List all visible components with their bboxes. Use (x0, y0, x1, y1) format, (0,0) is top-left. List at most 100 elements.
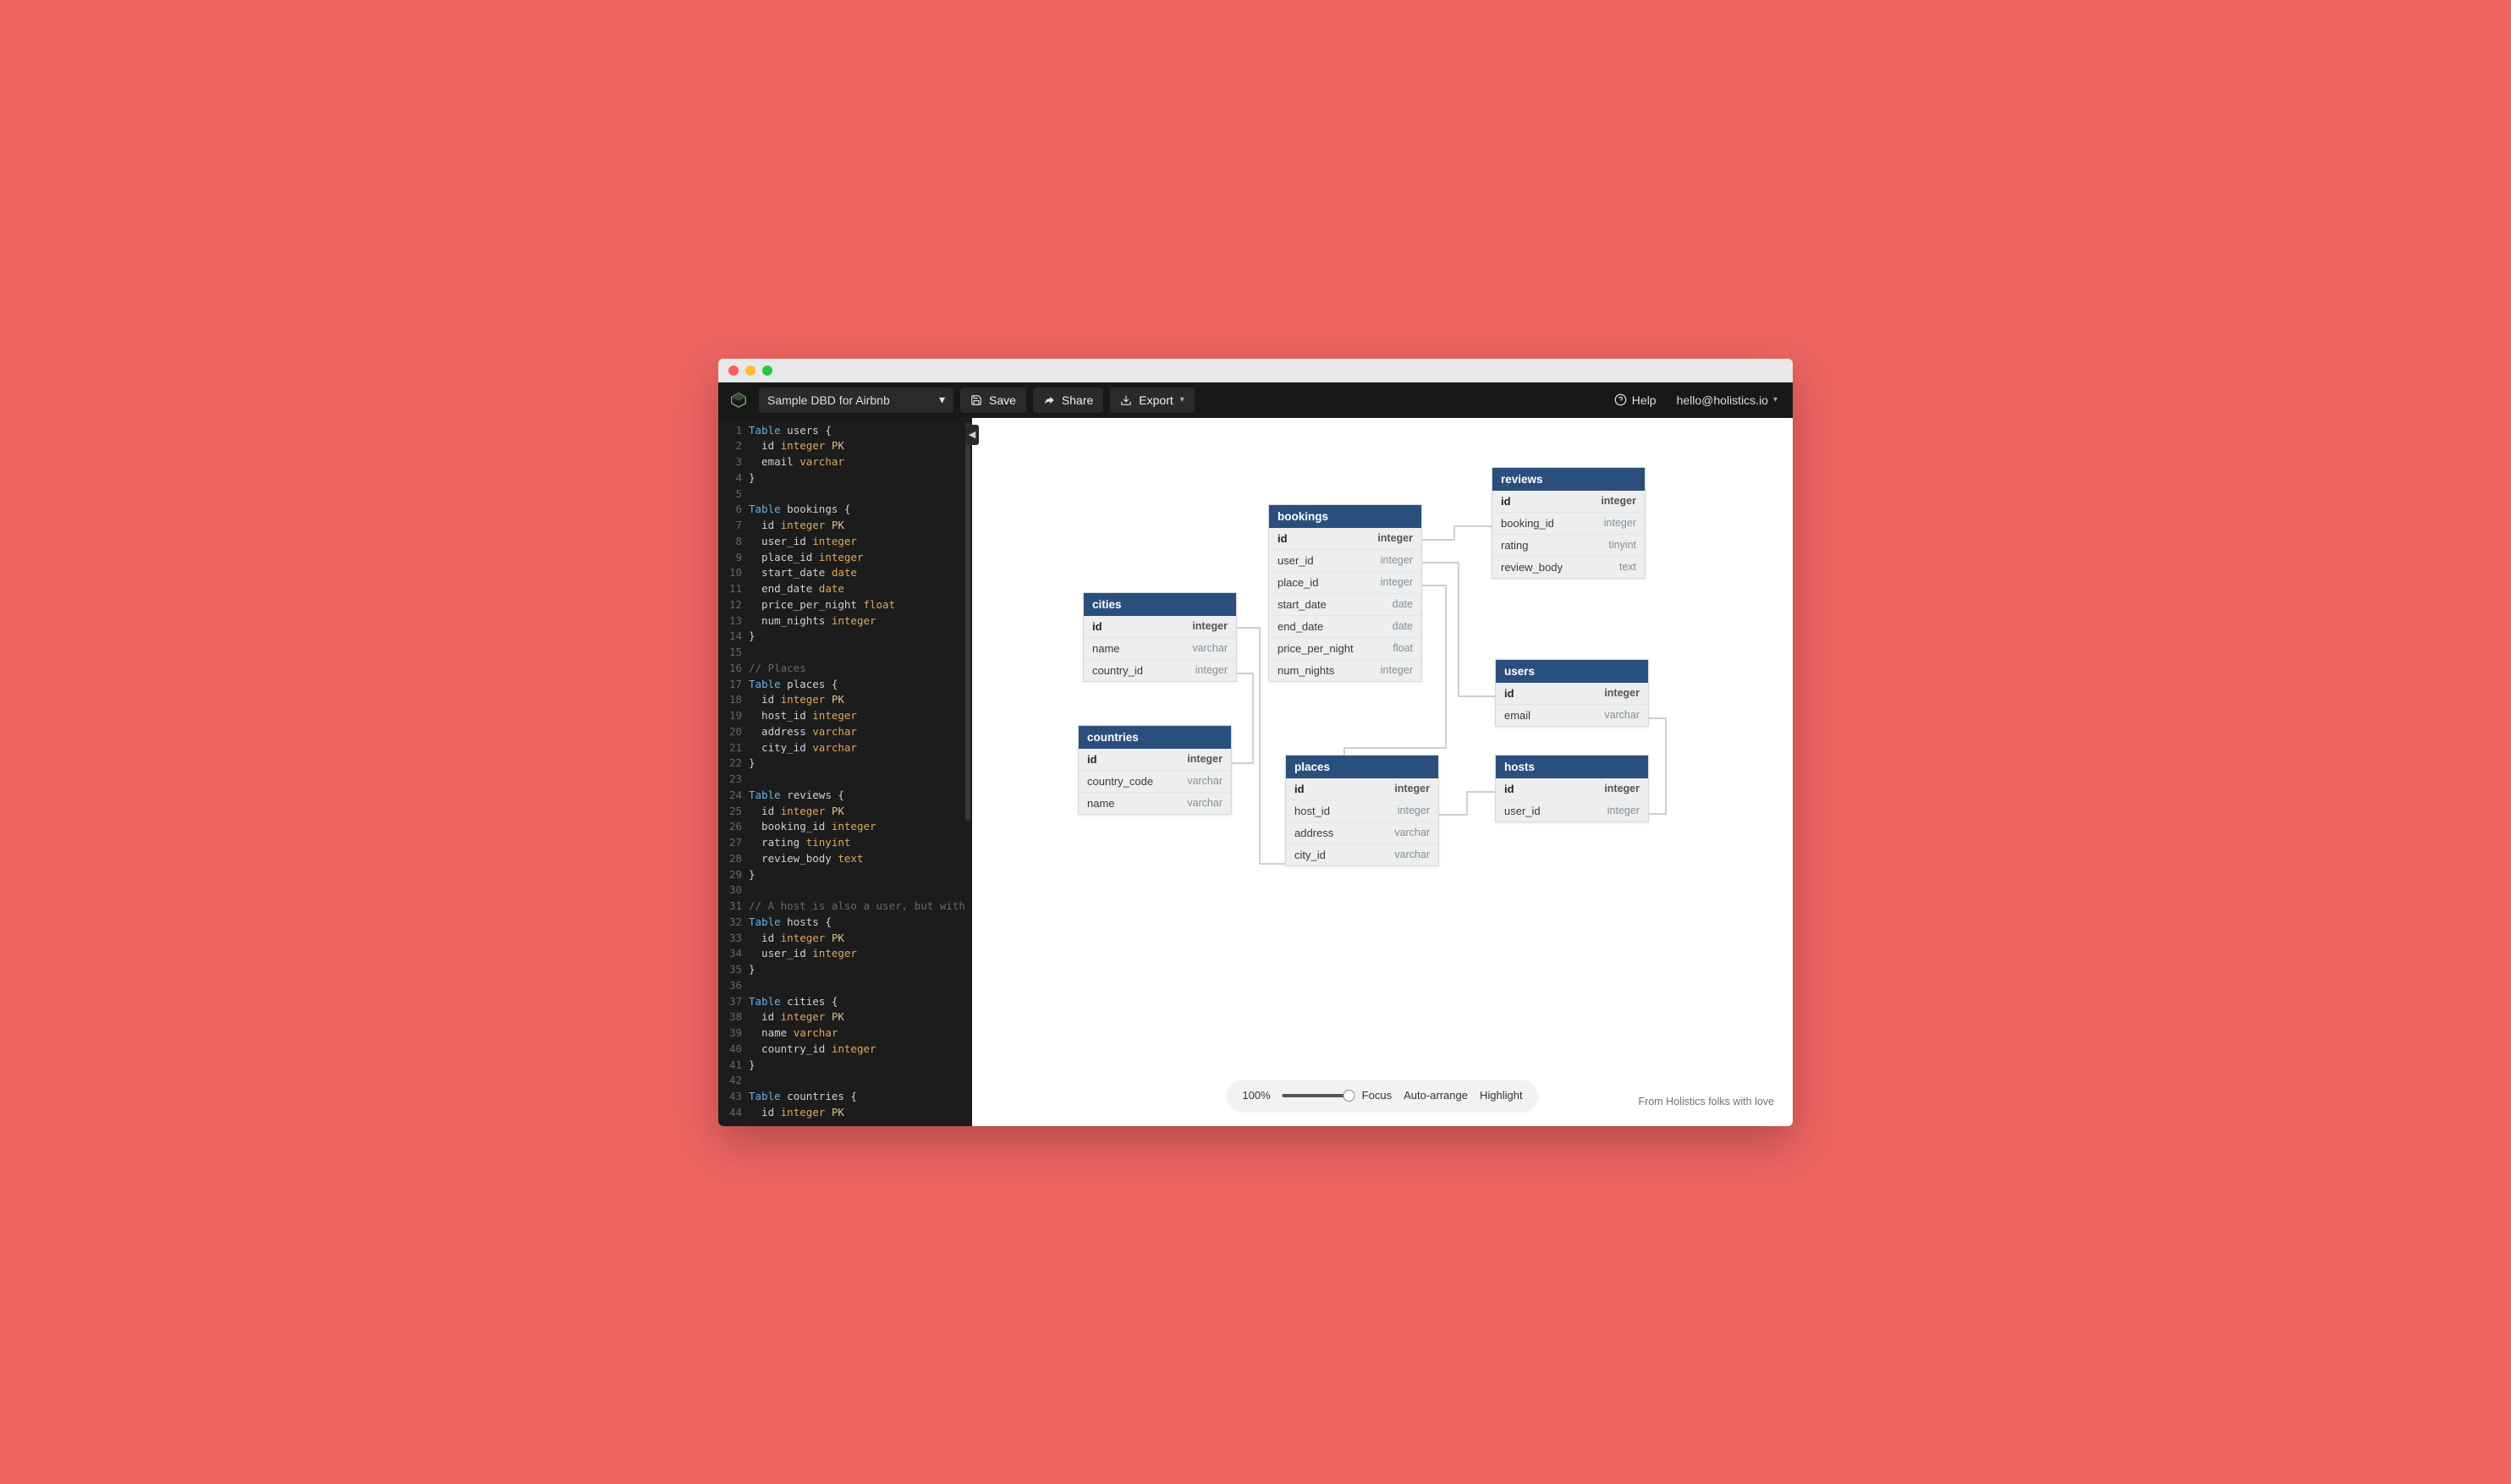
table-countries[interactable]: countries idintegercountry_codevarcharna… (1078, 725, 1232, 815)
table-column[interactable]: idinteger (1269, 528, 1421, 549)
table-header: hosts (1496, 756, 1648, 778)
table-column[interactable]: country_idinteger (1084, 659, 1236, 681)
table-places[interactable]: places idintegerhost_idintegeraddressvar… (1285, 755, 1439, 866)
table-hosts[interactable]: hosts idinteger user_id integer (1495, 755, 1649, 822)
table-column[interactable]: place_idinteger (1269, 571, 1421, 593)
highlight-button[interactable]: Highlight (1480, 1089, 1523, 1102)
table-column[interactable]: idinteger (1496, 683, 1648, 704)
table-users[interactable]: users idintegeremailvarchar (1495, 659, 1649, 727)
app-logo-icon (728, 390, 749, 410)
table-column[interactable]: emailvarchar (1496, 704, 1648, 726)
table-column[interactable]: name varchar (1079, 792, 1231, 814)
table-header: reviews (1492, 468, 1645, 491)
save-button[interactable]: Save (960, 387, 1026, 413)
column-name: end_date (1277, 620, 1323, 633)
document-title: Sample DBD for Airbnb (767, 393, 890, 407)
table-bookings[interactable]: bookings idintegeruser_idintegerplace_id… (1268, 504, 1422, 682)
user-menu[interactable]: hello@holistics.io ▾ (1670, 393, 1784, 407)
share-label: Share (1062, 393, 1093, 407)
column-type: integer (1604, 783, 1640, 795)
window-minimize-button[interactable] (745, 366, 755, 376)
table-column[interactable]: booking_idinteger (1492, 512, 1645, 534)
column-type: integer (1381, 554, 1413, 567)
table-column[interactable]: city_idvarchar (1286, 844, 1438, 866)
column-name: id (1294, 783, 1305, 795)
document-select[interactable]: Sample DBD for Airbnb ▾ (759, 387, 953, 413)
table-column[interactable]: addressvarchar (1286, 822, 1438, 844)
window-titlebar (718, 359, 1793, 382)
chevron-down-icon: ▾ (1180, 395, 1184, 404)
table-header: cities (1084, 593, 1236, 616)
table-column[interactable]: host_id integer (1286, 800, 1438, 822)
column-type: varchar (1187, 775, 1223, 788)
column-type: varchar (1187, 797, 1223, 810)
table-column[interactable]: review_bodytext (1492, 556, 1645, 578)
window-close-button[interactable] (728, 366, 739, 376)
column-type: float (1393, 642, 1413, 655)
table-column[interactable]: price_per_night float (1269, 637, 1421, 659)
column-name: place_id (1277, 576, 1318, 589)
table-column[interactable]: user_id integer (1269, 549, 1421, 571)
table-header: users (1496, 660, 1648, 683)
window-maximize-button[interactable] (762, 366, 772, 376)
table-column[interactable]: namevarchar (1084, 637, 1236, 659)
column-name: city_id (1294, 849, 1326, 861)
column-name: id (1087, 753, 1097, 766)
table-column[interactable]: end_datedate (1269, 615, 1421, 637)
help-button[interactable]: Help (1607, 393, 1663, 407)
column-type: varchar (1394, 827, 1430, 839)
table-column[interactable]: idinteger (1084, 616, 1236, 637)
canvas-controls: 100% Focus Auto-arrange Highlight (1227, 1080, 1537, 1111)
table-column[interactable]: ratingtinyint (1492, 534, 1645, 556)
column-name: host_id (1294, 805, 1330, 817)
column-name: user_id (1504, 805, 1541, 817)
column-type: integer (1607, 805, 1640, 817)
column-name: id (1501, 495, 1511, 508)
table-column[interactable]: id integer (1079, 749, 1231, 770)
table-header: bookings (1269, 505, 1421, 528)
share-button[interactable]: Share (1033, 387, 1103, 413)
export-button[interactable]: Export ▾ (1110, 387, 1195, 413)
column-type: integer (1604, 687, 1640, 700)
table-column[interactable]: idinteger (1286, 778, 1438, 800)
table-header: countries (1079, 726, 1231, 749)
chevron-down-icon: ▾ (1773, 395, 1777, 404)
table-column[interactable]: country_code varchar (1079, 770, 1231, 792)
table-reviews[interactable]: reviews idintegerbooking_idintegerrating… (1492, 467, 1646, 579)
column-name: num_nights (1277, 664, 1334, 677)
column-name: name (1092, 642, 1120, 655)
column-name: price_per_night (1277, 642, 1354, 655)
table-column[interactable]: idinteger (1496, 778, 1648, 800)
column-name: id (1277, 532, 1288, 545)
table-column[interactable]: user_id integer (1496, 800, 1648, 822)
zoom-slider[interactable] (1283, 1094, 1350, 1097)
column-type: integer (1192, 620, 1228, 633)
chevron-down-icon: ▾ (939, 393, 945, 407)
table-column[interactable]: start_datedate (1269, 593, 1421, 615)
column-name: email (1504, 709, 1530, 722)
column-type: integer (1604, 517, 1636, 530)
table-column[interactable]: num_nights integer (1269, 659, 1421, 681)
panel-collapse-button[interactable]: ◀ (965, 425, 979, 445)
column-name: user_id (1277, 554, 1314, 567)
column-type: integer (1398, 805, 1430, 817)
column-name: country_code (1087, 775, 1153, 788)
code-editor[interactable]: 1234567891011121314151617181920212223242… (718, 418, 972, 1126)
zoom-slider-knob[interactable] (1343, 1090, 1355, 1102)
editor-code[interactable]: Table users { id integer PK email varcha… (749, 423, 972, 1121)
save-label: Save (989, 393, 1016, 407)
table-column[interactable]: idinteger (1492, 491, 1645, 512)
column-name: rating (1501, 539, 1529, 552)
table-cities[interactable]: cities idintegernamevarcharcountry_idint… (1083, 592, 1237, 682)
help-icon (1614, 393, 1627, 406)
editor-scrollbar[interactable] (965, 423, 970, 821)
column-type: integer (1187, 753, 1223, 766)
zoom-level: 100% (1242, 1089, 1270, 1102)
diagram-canvas[interactable]: cities id integer name varchar country_idint… (972, 418, 1793, 1126)
share-icon (1043, 394, 1055, 406)
column-type: integer (1381, 664, 1413, 677)
column-name: name (1087, 797, 1115, 810)
column-type: integer (1195, 664, 1228, 677)
focus-button[interactable]: Focus (1362, 1089, 1392, 1102)
auto-arrange-button[interactable]: Auto-arrange (1404, 1089, 1468, 1102)
